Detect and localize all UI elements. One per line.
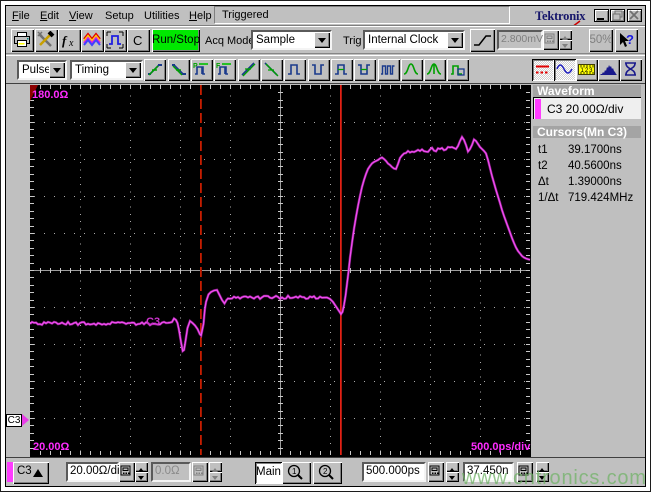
svg-text:500.0ps/div: 500.0ps/div [471, 441, 531, 453]
svg-text:C3: C3 [146, 316, 160, 328]
svg-text:180.0Ω: 180.0Ω [32, 89, 69, 101]
svg-text:?: ? [626, 32, 634, 47]
svg-text:f: f [62, 33, 68, 48]
svg-text:1: 1 [292, 467, 297, 476]
svg-text:x: x [68, 38, 74, 49]
svg-text:C: C [133, 33, 142, 48]
svg-text:123: 123 [581, 68, 594, 74]
svg-text:2: 2 [323, 467, 328, 476]
svg-text:20.00Ω: 20.00Ω [33, 441, 70, 453]
